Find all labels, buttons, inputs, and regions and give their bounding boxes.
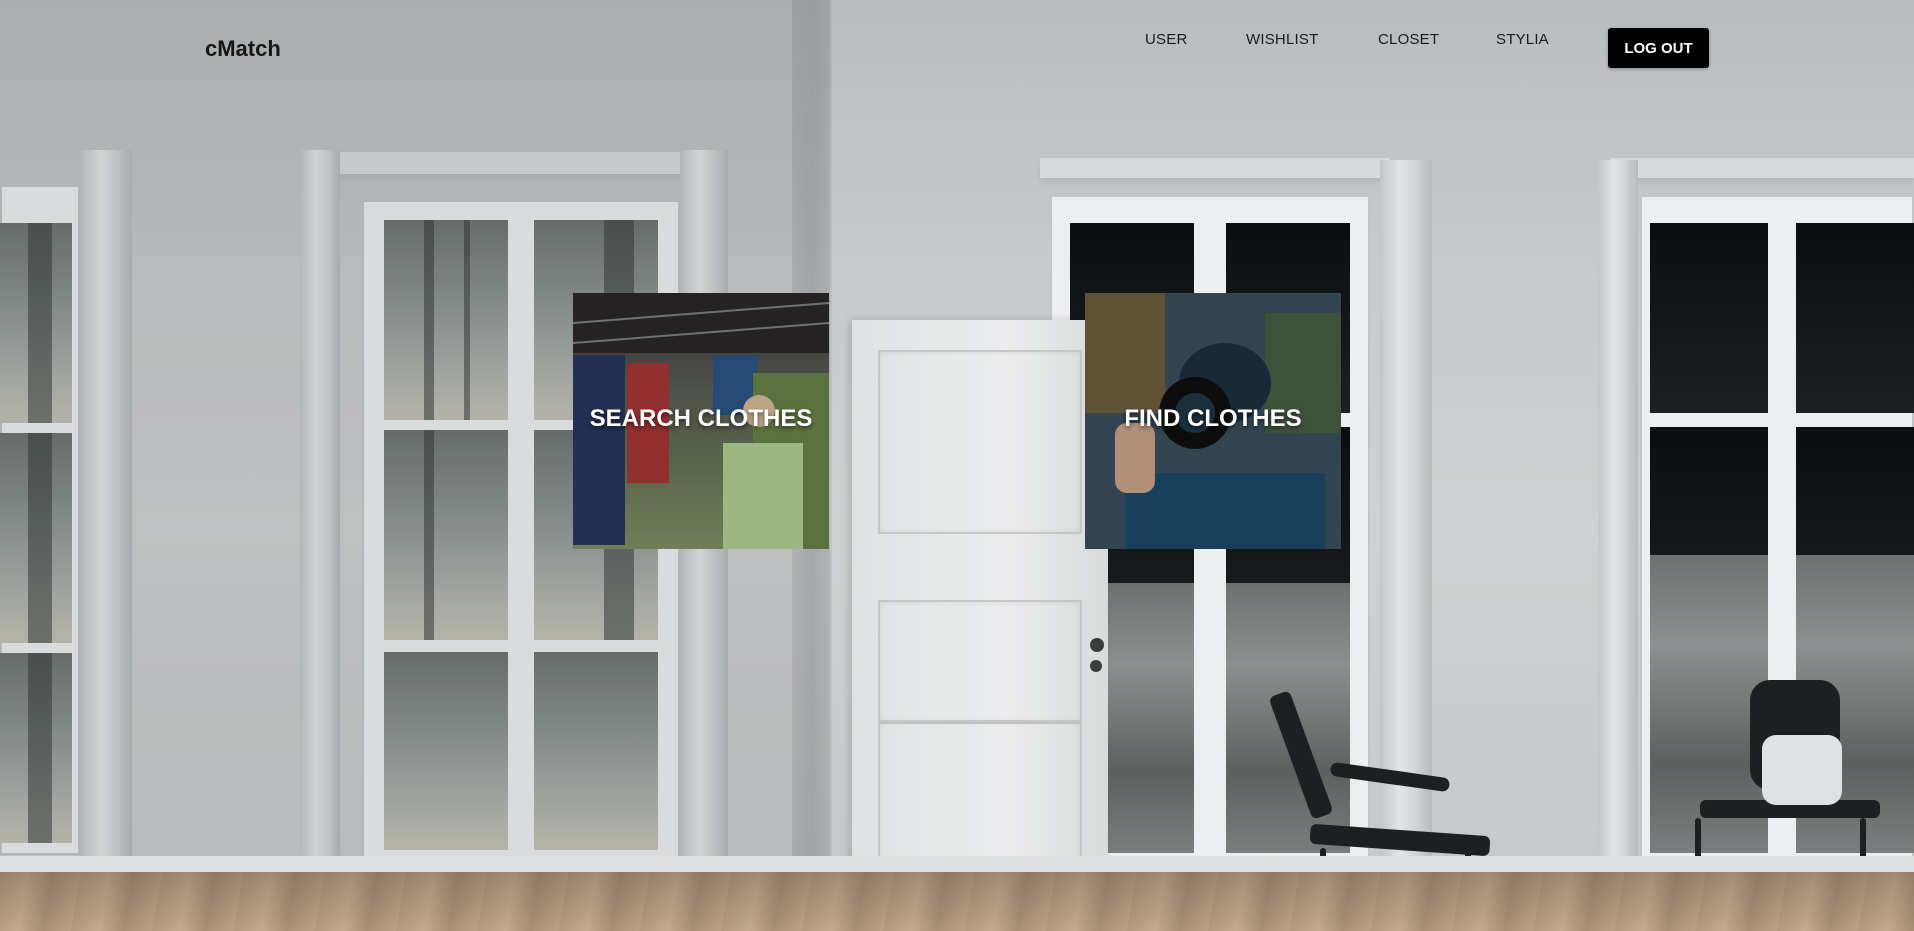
handbag (1762, 735, 1842, 805)
tile-label: FIND CLOTHES (1124, 405, 1302, 432)
tile-label: SEARCH CLOTHES (589, 405, 813, 432)
top-navbar: cMatch USER WISHLIST CLOSET STYLIA LOG O… (0, 0, 1914, 90)
page: cMatch USER WISHLIST CLOSET STYLIA LOG O… (0, 0, 1914, 931)
logout-button[interactable]: LOG OUT (1608, 28, 1709, 68)
wall-pilaster (1598, 160, 1638, 900)
find-clothes-tile[interactable]: FIND CLOTHES (1085, 293, 1341, 549)
background-scene (0, 0, 1914, 931)
nav-closet[interactable]: CLOSET (1378, 31, 1439, 48)
search-clothes-tile[interactable]: SEARCH CLOTHES (573, 293, 829, 549)
room-door (852, 320, 1108, 931)
nav-user[interactable]: USER (1145, 31, 1187, 48)
cornice (1040, 158, 1390, 178)
app-logo[interactable]: cMatch (205, 36, 281, 62)
cornice (1610, 158, 1914, 178)
nav-stylia[interactable]: STYLIA (1496, 31, 1549, 48)
nav-wishlist[interactable]: WISHLIST (1246, 31, 1318, 48)
